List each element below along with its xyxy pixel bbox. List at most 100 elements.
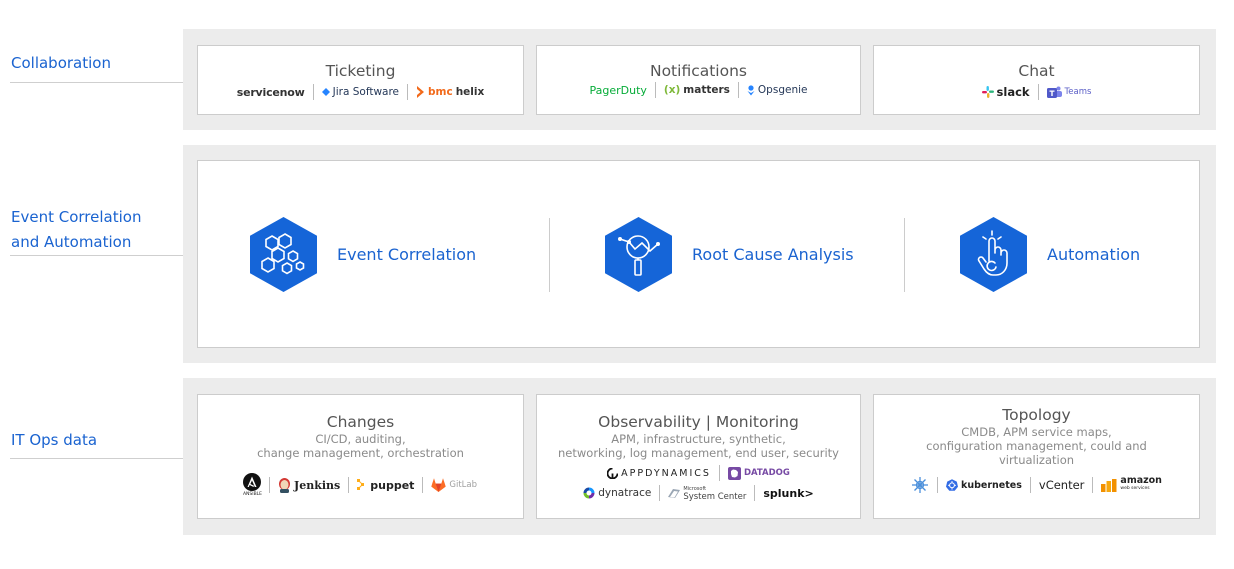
network-mesh-icon	[912, 477, 929, 493]
observability-subtitle-line1: APM, infrastructure, synthetic,	[611, 432, 786, 446]
section-divider-itops	[10, 458, 183, 459]
system-center-wordmark: Microsoft System Center	[683, 485, 746, 501]
gitlab-icon	[431, 478, 447, 492]
splunk-logo: splunk>	[763, 486, 814, 500]
correlation-divider	[904, 218, 905, 292]
gitlab-text: GitLab	[449, 480, 478, 490]
datadog-icon	[727, 466, 741, 480]
event-correlation-label: Event Correlation	[337, 245, 477, 264]
section-divider-collaboration	[10, 82, 183, 83]
jenkins-text: Jenkins	[294, 478, 341, 492]
ansible-icon	[243, 473, 262, 491]
jenkins-icon	[279, 477, 291, 493]
ansible-text: ANSIBLE	[242, 492, 263, 497]
slack-logo: slack	[974, 85, 1038, 99]
event-correlation-icon	[250, 217, 317, 292]
puppet-logo: puppet	[349, 478, 422, 492]
topology-subtitle-line2: configuration management, could and	[926, 439, 1147, 453]
section-label-correlation: Event Correlation and Automation	[11, 205, 141, 255]
event-correlation-item: Event Correlation	[250, 217, 476, 292]
opsgenie-text: Opsgenie	[757, 84, 808, 96]
gitlab-logo: GitLab	[423, 478, 485, 492]
vcenter-logo: vCenter	[1038, 478, 1085, 492]
section-label-itops: IT Ops data	[11, 431, 98, 449]
network-mesh-logo	[903, 476, 937, 494]
teams-icon	[1046, 86, 1062, 98]
teams-text: Teams	[1064, 87, 1092, 97]
system-center-icon	[668, 488, 681, 498]
slack-text: slack	[996, 85, 1030, 99]
chat-card: Chat slack Teams	[873, 45, 1200, 115]
kubernetes-logo: kubernetes	[938, 479, 1030, 491]
topology-title: Topology	[1002, 406, 1071, 424]
bmc-chevron-icon	[417, 86, 425, 98]
appdynamics-icon	[607, 467, 619, 479]
helix-logo-text: helix	[455, 86, 485, 98]
notifications-logos: PagerDuty (x) matters Opsgenie	[537, 82, 860, 98]
ticketing-card: Ticketing servicenow Jira Software bmc h…	[197, 45, 524, 115]
appdynamics-logo: APPDYNAMICS	[599, 467, 719, 479]
observability-card: Observability | Monitoring APM, infrastr…	[536, 394, 861, 519]
datadog-text: DATADOG	[743, 468, 790, 478]
slack-icon	[981, 86, 994, 98]
aws-icon	[1101, 478, 1117, 492]
aws-wordmark: amazon web services	[1120, 475, 1162, 493]
dynatrace-logo: dynatrace	[575, 487, 659, 499]
xmatters-mark: (x)	[663, 84, 681, 96]
teams-logo: Teams	[1039, 86, 1100, 99]
ansible-logo: ANSIBLE	[236, 473, 269, 497]
kubernetes-text: kubernetes	[961, 479, 1022, 491]
changes-logos: ANSIBLE Jenkins puppet GitLab	[198, 473, 523, 497]
web-services-text: web services	[1120, 486, 1150, 491]
topology-card: Topology CMDB, APM service maps, configu…	[873, 394, 1200, 519]
automation-label: Automation	[1047, 245, 1141, 264]
page: Collaboration Event Correlation and Auto…	[0, 0, 1234, 569]
kubernetes-icon	[946, 479, 959, 491]
aws-logo: amazon web services	[1093, 475, 1170, 493]
system-center-logo: Microsoft System Center	[660, 485, 754, 501]
system-center-text: System Center	[683, 492, 747, 502]
jira-logo-text: Jira Software	[332, 86, 400, 98]
opsgenie-icon	[747, 84, 755, 95]
xmatters-text: matters	[683, 84, 730, 96]
servicenow-logo-text: servicenow	[236, 85, 305, 99]
chat-title: Chat	[1018, 62, 1055, 80]
appdynamics-text: APPDYNAMICS	[621, 467, 711, 479]
chat-logos: slack Teams	[874, 84, 1199, 100]
section-label-collaboration: Collaboration	[11, 54, 111, 72]
servicenow-logo: servicenow	[229, 86, 313, 99]
topology-subtitle-line3: virtualization	[998, 453, 1075, 467]
notifications-title: Notifications	[649, 62, 747, 80]
section-label-correlation-line1: Event Correlation	[11, 208, 142, 226]
root-cause-icon	[605, 217, 672, 292]
changes-title: Changes	[326, 413, 395, 431]
correlation-divider	[549, 218, 550, 292]
xmatters-logo: (x) matters	[656, 84, 738, 96]
observability-subtitle-line2: networking, log management, end user, se…	[558, 446, 839, 460]
jenkins-logo: Jenkins	[270, 477, 348, 493]
jira-icon	[321, 88, 330, 96]
amazon-text: amazon	[1120, 475, 1162, 486]
section-divider-correlation	[10, 255, 183, 256]
automation-icon	[960, 217, 1027, 292]
root-cause-label: Root Cause Analysis	[692, 245, 854, 264]
dynatrace-text: dynatrace	[598, 487, 652, 499]
root-cause-item: Root Cause Analysis	[605, 217, 854, 292]
puppet-text: puppet	[370, 478, 415, 492]
jira-logo: Jira Software	[314, 86, 407, 98]
observability-title: Observability | Monitoring	[598, 413, 799, 431]
changes-card: Changes CI/CD, auditing, change manageme…	[197, 394, 524, 519]
dynatrace-icon	[583, 487, 595, 499]
section-label-correlation-line2: and Automation	[11, 233, 132, 251]
ticketing-title: Ticketing	[325, 62, 396, 80]
changes-subtitle-line2: change management, orchestration	[257, 446, 464, 460]
bmc-helix-logo: bmc helix	[408, 86, 492, 98]
datadog-logo: DATADOG	[720, 466, 798, 480]
topology-logos: kubernetes vCenter amazon web services	[874, 476, 1199, 494]
observability-logos-row2: dynatrace Microsoft System Center splunk…	[537, 485, 860, 501]
opsgenie-logo: Opsgenie	[739, 84, 816, 96]
changes-subtitle-line1: CI/CD, auditing,	[315, 432, 406, 446]
pagerduty-logo: PagerDuty	[589, 83, 647, 97]
puppet-icon	[357, 478, 365, 490]
correlation-card: Event Correlation Root Cause Analysis Au…	[197, 160, 1200, 348]
